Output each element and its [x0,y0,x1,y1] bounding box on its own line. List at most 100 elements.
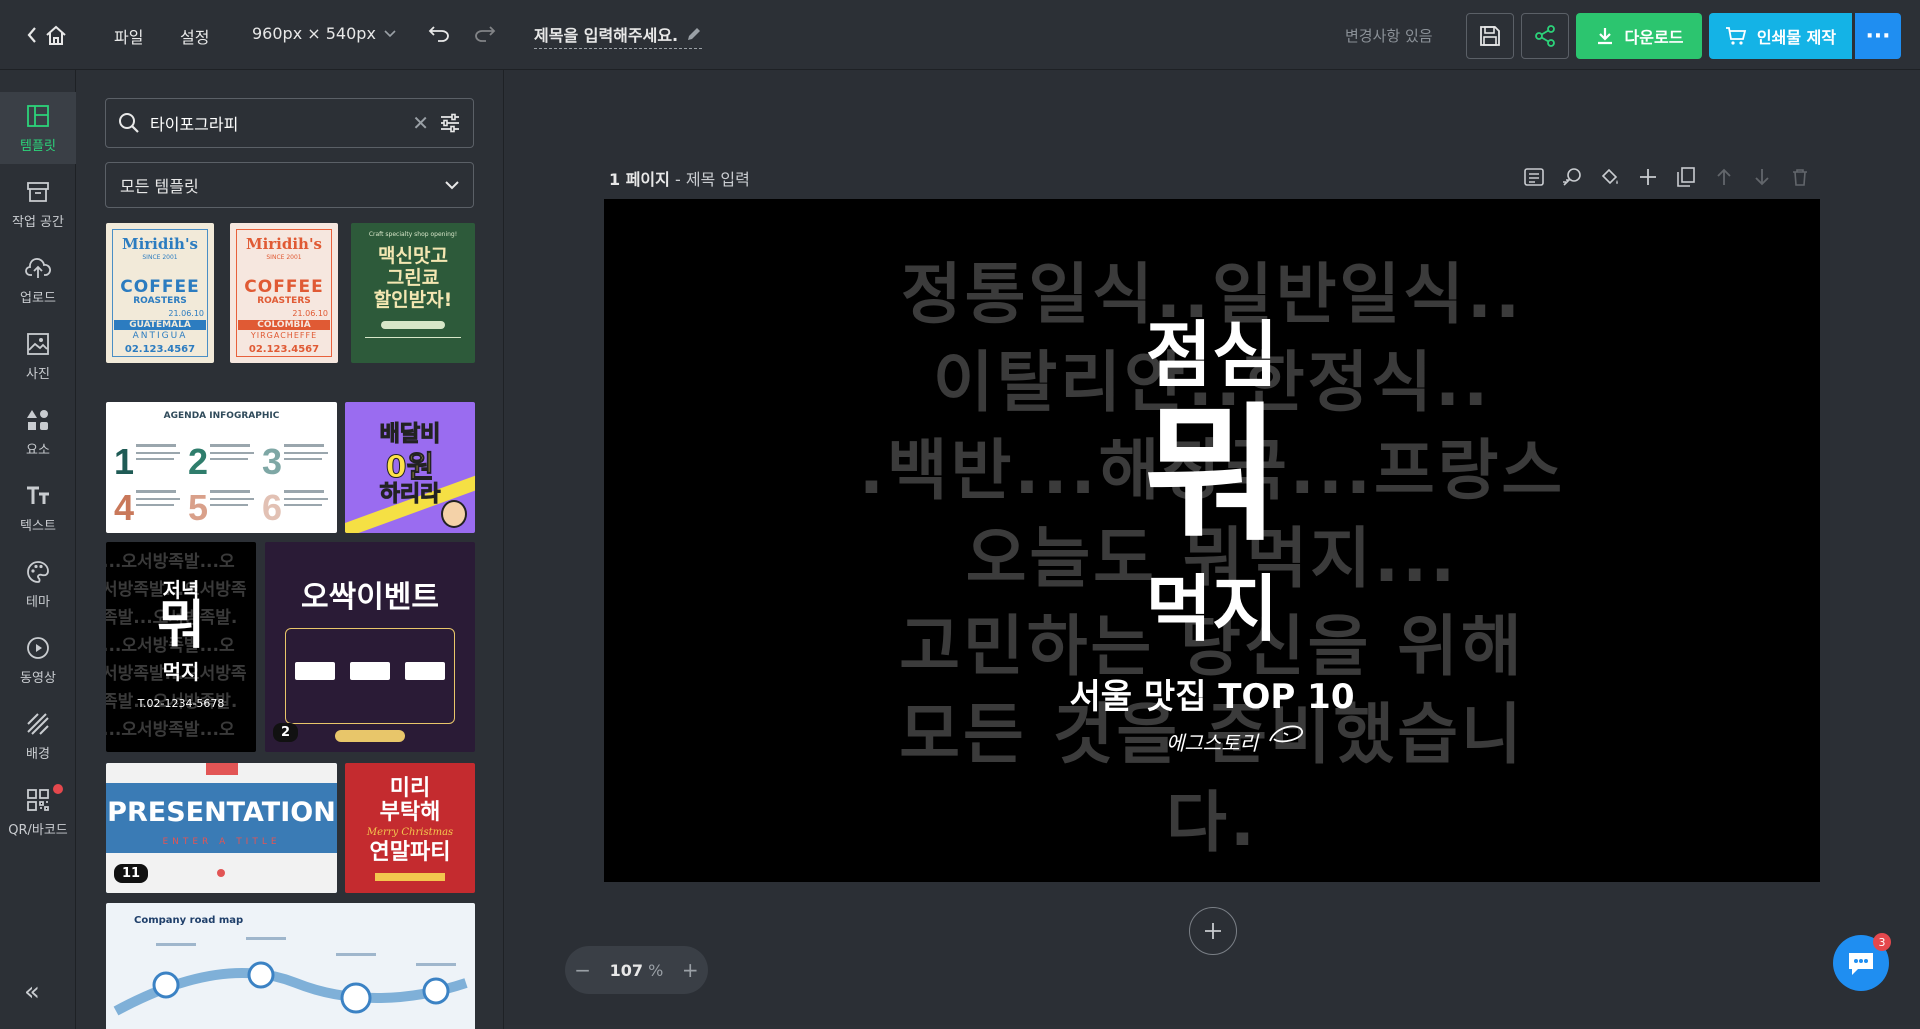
clear-search-icon[interactable]: ✕ [412,111,429,135]
template-thumb-coffee-colombia[interactable]: Miridih's SINCE 2001 COFFEE ROASTERS 21.… [230,223,338,363]
zoom-value[interactable]: 107 % [610,961,664,980]
move-up-icon[interactable] [1712,166,1736,188]
page-label[interactable]: 1 페이지 - 제목 입력 [609,166,750,190]
template-thumb-dinner[interactable]: ...오서방족발...오 서방족발...오서방족 족발...오서방족발. ...오서방… [106,542,256,752]
animation-icon[interactable] [1560,166,1584,188]
rail-item-elements[interactable]: 요소 [0,396,76,468]
pencil-icon [688,28,701,40]
signature-scribble-icon [1269,725,1303,743]
design-canvas[interactable]: 정통일식..일반일식.. 이탈리안..한정식.. .백반...해장국...프랑스… [604,199,1820,882]
share-button[interactable] [1521,13,1569,59]
redo-button[interactable] [474,24,496,42]
template-thumb-green-sale[interactable]: Craft specialty shop opening! 맥신맛고 그린쿄 할… [351,223,475,363]
page-count-badge: 11 [114,864,149,883]
svg-text:3: 3 [262,441,282,482]
zoom-in-button[interactable]: + [682,958,699,982]
rail-label: 배경 [26,746,50,762]
back-home-button[interactable] [26,22,76,48]
download-icon [1597,28,1612,45]
print-order-label: 인쇄물 제작 [1756,28,1837,47]
document-title[interactable]: 제목을 입력해주세요. [534,22,703,49]
more-options-button[interactable]: ··· [1855,13,1901,59]
thumb-line2: 뭐 [157,596,205,656]
rail-item-photos[interactable]: 사진 [0,320,76,392]
template-thumb-halloween[interactable]: 오싹이벤트 2 [265,542,475,752]
rail-item-upload[interactable]: 업로드 [0,244,76,316]
plus-icon [1205,923,1221,939]
page-notes-icon[interactable] [1522,166,1546,188]
thumb-pill [381,321,445,329]
rail-item-background[interactable]: 배경 [0,700,76,772]
image-icon [25,331,51,357]
agenda-numbers-graphic: 1 2 3 4 5 6 [114,441,328,528]
thumb-top: Craft specialty shop opening! [368,231,458,238]
print-order-button[interactable]: 인쇄물 제작 [1709,13,1852,59]
rail-item-video[interactable]: 동영상 [0,624,76,696]
template-thumb-delivery[interactable]: 배달비 0원 하리라 [345,402,475,533]
rail-item-text[interactable]: 텍스트 [0,472,76,544]
cloud-upload-icon [25,255,51,281]
template-thumb-christmas[interactable]: 미리 부탁해 Merry Christmas 연말파티 [345,763,475,893]
add-icon[interactable] [1636,166,1660,188]
download-button[interactable]: 다운로드 [1576,13,1702,59]
page-title-input: - 제목 입력 [669,170,750,189]
page-number: 1 페이지 [609,170,670,189]
template-thumb-presentation[interactable]: PRESENTATION ENTER A TITLE 11 [106,763,337,893]
rail-label: 테마 [26,594,50,610]
undo-button[interactable] [428,24,450,42]
rail-item-qr[interactable]: QR/바코드 [0,776,76,848]
chat-unread-badge: 3 [1873,933,1891,951]
zoom-out-button[interactable]: − [574,958,591,982]
add-page-button[interactable] [1189,907,1237,955]
template-thumb-agenda[interactable]: AGENDA INFOGRAPHIC 1 2 3 4 5 6 [106,402,337,533]
share-icon [1535,25,1555,47]
thumb-subtitle: ENTER A TITLE [162,837,281,847]
template-search: ✕ [105,98,474,148]
save-button[interactable] [1466,13,1514,59]
zoom-unit: % [648,960,664,980]
page-count-badge: 2 [273,723,299,742]
floppy-disk-icon [1480,26,1500,46]
headline-big[interactable]: 뭐 [604,395,1820,555]
filter-sliders-icon[interactable] [439,113,461,133]
thumb-line1: COFFEE [244,277,324,297]
archive-icon [25,179,51,205]
thumb-region: YIRGACHEFFE [250,331,318,340]
rail-item-theme[interactable]: 테마 [0,548,76,620]
zoom-control: − 107 % + [565,946,708,994]
headline-top[interactable]: 점심 [604,315,1820,395]
headline-bottom[interactable]: 먹지 [604,569,1820,649]
canvas-size-select[interactable]: 960px × 540px [252,24,396,43]
settings-menu[interactable]: 설정 [180,24,209,48]
duplicate-icon[interactable] [1674,166,1698,188]
rail-label: QR/바코드 [8,822,68,838]
qr-icon [25,787,51,813]
thumb-line3: 먹지 [162,660,200,684]
thumb-date: 21.06.10 [292,309,328,318]
rail-item-templates[interactable]: 템플릿 [0,92,76,164]
rail-label: 업로드 [20,290,56,306]
template-thumb-roadmap[interactable]: Company road map [106,903,475,1029]
coupon-3 [405,662,445,680]
search-input[interactable] [150,113,403,133]
thumb-title: 오싹이벤트 [301,580,439,615]
collapse-panel-button[interactable]: « [24,977,40,1007]
thumb-date: 21.06.10 [168,309,204,318]
thumb-phone: T.02-1234-5678 [137,697,225,710]
move-down-icon[interactable] [1750,166,1774,188]
rail-item-workspace[interactable]: 작업 공간 [0,168,76,240]
thumb-dot [217,869,225,877]
roadmap-graphic [113,937,468,1016]
trash-icon[interactable] [1788,166,1812,188]
search-icon [119,113,139,133]
template-filter-select[interactable]: 모든 템플릿 [105,162,474,208]
template-thumb-coffee-guatemala[interactable]: Miridih's SINCE 2001 COFFEE ROASTERS 21.… [106,223,214,363]
signature-text[interactable]: 에그스토리 [604,727,1820,756]
file-menu[interactable]: 파일 [114,24,143,48]
fill-bucket-icon[interactable] [1598,166,1622,188]
thumb-bar [375,873,445,881]
thumb-origin: GUATEMALA [114,320,206,330]
subtitle-text[interactable]: 서울 맛집 TOP 10 [604,677,1820,717]
rail-label: 템플릿 [20,138,56,154]
thumb-line1: 맥신맛고 [378,245,448,267]
